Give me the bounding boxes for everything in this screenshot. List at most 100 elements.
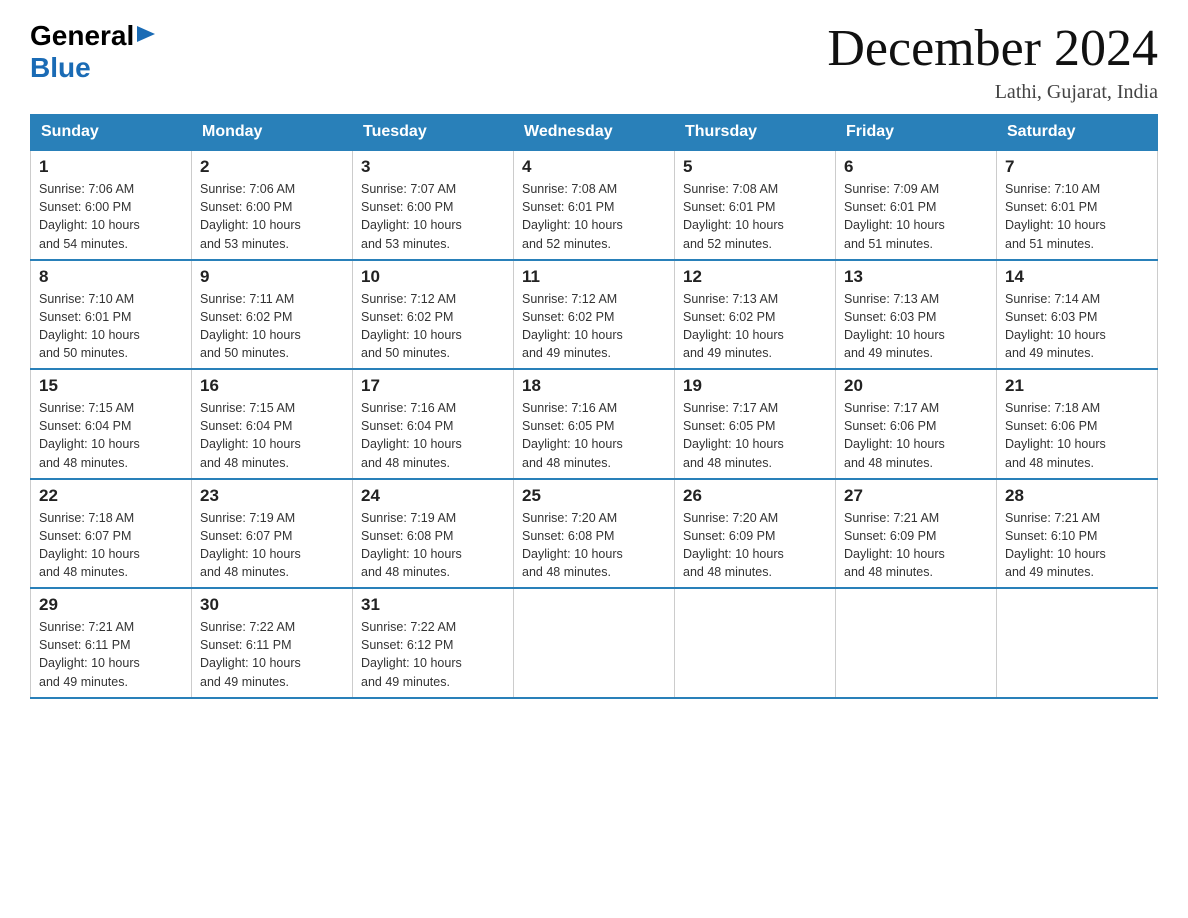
logo-general: General xyxy=(30,20,134,52)
header-wednesday: Wednesday xyxy=(514,115,675,151)
week-row-5: 29 Sunrise: 7:21 AMSunset: 6:11 PMDayligh… xyxy=(31,588,1158,698)
table-row: 13 Sunrise: 7:13 AMSunset: 6:03 PMDayligh… xyxy=(836,260,997,370)
location-subtitle: Lathi, Gujarat, India xyxy=(827,81,1158,104)
day-number: 14 xyxy=(1005,267,1149,287)
table-row: 25Sunrise: 7:20 AMSunset: 6:08 PMDayligh… xyxy=(514,479,675,589)
day-number: 29 xyxy=(39,595,183,615)
day-info: Sunrise: 7:12 AMSunset: 6:02 PMDaylight:… xyxy=(361,290,505,363)
table-row: 5Sunrise: 7:08 AMSunset: 6:01 PMDaylight… xyxy=(675,150,836,260)
week-row-2: 8Sunrise: 7:10 AMSunset: 6:01 PMDaylight… xyxy=(31,260,1158,370)
day-info: Sunrise: 7:10 AMSunset: 6:01 PMDaylight:… xyxy=(1005,180,1149,253)
table-row: 11 Sunrise: 7:12 AMSunset: 6:02 PMDayligh… xyxy=(514,260,675,370)
logo-triangle-icon xyxy=(137,24,157,44)
table-row: 29 Sunrise: 7:21 AMSunset: 6:11 PMDayligh… xyxy=(31,588,192,698)
table-row: 19 Sunrise: 7:17 AMSunset: 6:05 PMDayligh… xyxy=(675,369,836,479)
table-row: 17Sunrise: 7:16 AMSunset: 6:04 PMDayligh… xyxy=(353,369,514,479)
logo: General Blue xyxy=(30,20,157,84)
table-row: 31Sunrise: 7:22 AMSunset: 6:12 PMDayligh… xyxy=(353,588,514,698)
table-row: 6 Sunrise: 7:09 AMSunset: 6:01 PMDaylight… xyxy=(836,150,997,260)
table-row: 21Sunrise: 7:18 AMSunset: 6:06 PMDayligh… xyxy=(997,369,1158,479)
day-number: 22 xyxy=(39,486,183,506)
header-saturday: Saturday xyxy=(997,115,1158,151)
day-number: 30 xyxy=(200,595,344,615)
day-info: Sunrise: 7:21 AMSunset: 6:10 PMDaylight:… xyxy=(1005,509,1149,582)
day-number: 4 xyxy=(522,157,666,177)
logo-blue: Blue xyxy=(30,52,91,83)
month-title: December 2024 xyxy=(827,20,1158,77)
day-number: 10 xyxy=(361,267,505,287)
day-info: Sunrise: 7:20 AMSunset: 6:09 PMDaylight:… xyxy=(683,509,827,582)
header-tuesday: Tuesday xyxy=(353,115,514,151)
table-row: 24Sunrise: 7:19 AMSunset: 6:08 PMDayligh… xyxy=(353,479,514,589)
header-friday: Friday xyxy=(836,115,997,151)
day-number: 20 xyxy=(844,376,988,396)
header-monday: Monday xyxy=(192,115,353,151)
day-number: 1 xyxy=(39,157,183,177)
day-number: 2 xyxy=(200,157,344,177)
table-row: 2 Sunrise: 7:06 AMSunset: 6:00 PMDaylight… xyxy=(192,150,353,260)
day-info: Sunrise: 7:17 AMSunset: 6:05 PMDaylight:… xyxy=(683,399,827,472)
day-info: Sunrise: 7:12 AMSunset: 6:02 PMDaylight:… xyxy=(522,290,666,363)
day-number: 16 xyxy=(200,376,344,396)
day-info: Sunrise: 7:16 AMSunset: 6:05 PMDaylight:… xyxy=(522,399,666,472)
table-row: 30 Sunrise: 7:22 AMSunset: 6:11 PMDayligh… xyxy=(192,588,353,698)
day-info: Sunrise: 7:21 AMSunset: 6:11 PMDaylight:… xyxy=(39,618,183,691)
table-row xyxy=(997,588,1158,698)
week-row-3: 15 Sunrise: 7:15 AMSunset: 6:04 PMDayligh… xyxy=(31,369,1158,479)
day-info: Sunrise: 7:09 AMSunset: 6:01 PMDaylight:… xyxy=(844,180,988,253)
day-number: 28 xyxy=(1005,486,1149,506)
table-row: 8Sunrise: 7:10 AMSunset: 6:01 PMDaylight… xyxy=(31,260,192,370)
day-number: 11 xyxy=(522,267,666,287)
table-row: 3 Sunrise: 7:07 AMSunset: 6:00 PMDaylight… xyxy=(353,150,514,260)
week-row-1: 1 Sunrise: 7:06 AMSunset: 6:00 PMDaylight… xyxy=(31,150,1158,260)
day-number: 25 xyxy=(522,486,666,506)
table-row xyxy=(514,588,675,698)
day-info: Sunrise: 7:11 AMSunset: 6:02 PMDaylight:… xyxy=(200,290,344,363)
table-row: 1 Sunrise: 7:06 AMSunset: 6:00 PMDaylight… xyxy=(31,150,192,260)
day-number: 21 xyxy=(1005,376,1149,396)
day-number: 23 xyxy=(200,486,344,506)
table-row: 14 Sunrise: 7:14 AMSunset: 6:03 PMDayligh… xyxy=(997,260,1158,370)
day-number: 7 xyxy=(1005,157,1149,177)
day-info: Sunrise: 7:13 AMSunset: 6:02 PMDaylight:… xyxy=(683,290,827,363)
day-number: 8 xyxy=(39,267,183,287)
day-number: 31 xyxy=(361,595,505,615)
day-info: Sunrise: 7:19 AMSunset: 6:08 PMDaylight:… xyxy=(361,509,505,582)
day-number: 3 xyxy=(361,157,505,177)
title-section: December 2024 Lathi, Gujarat, India xyxy=(827,20,1158,104)
table-row: 28 Sunrise: 7:21 AMSunset: 6:10 PMDayligh… xyxy=(997,479,1158,589)
day-number: 9 xyxy=(200,267,344,287)
table-row: 18 Sunrise: 7:16 AMSunset: 6:05 PMDayligh… xyxy=(514,369,675,479)
header-sunday: Sunday xyxy=(31,115,192,151)
day-number: 6 xyxy=(844,157,988,177)
week-row-4: 22 Sunrise: 7:18 AMSunset: 6:07 PMDayligh… xyxy=(31,479,1158,589)
day-info: Sunrise: 7:07 AMSunset: 6:00 PMDaylight:… xyxy=(361,180,505,253)
day-info: Sunrise: 7:17 AMSunset: 6:06 PMDaylight:… xyxy=(844,399,988,472)
header-thursday: Thursday xyxy=(675,115,836,151)
day-info: Sunrise: 7:14 AMSunset: 6:03 PMDaylight:… xyxy=(1005,290,1149,363)
table-row xyxy=(675,588,836,698)
table-row: 10 Sunrise: 7:12 AMSunset: 6:02 PMDayligh… xyxy=(353,260,514,370)
day-number: 13 xyxy=(844,267,988,287)
weekday-header-row: Sunday Monday Tuesday Wednesday Thursday… xyxy=(31,115,1158,151)
day-info: Sunrise: 7:06 AMSunset: 6:00 PMDaylight:… xyxy=(200,180,344,253)
day-info: Sunrise: 7:15 AMSunset: 6:04 PMDaylight:… xyxy=(200,399,344,472)
day-number: 15 xyxy=(39,376,183,396)
day-info: Sunrise: 7:18 AMSunset: 6:07 PMDaylight:… xyxy=(39,509,183,582)
table-row xyxy=(836,588,997,698)
day-number: 19 xyxy=(683,376,827,396)
table-row: 22 Sunrise: 7:18 AMSunset: 6:07 PMDayligh… xyxy=(31,479,192,589)
day-info: Sunrise: 7:13 AMSunset: 6:03 PMDaylight:… xyxy=(844,290,988,363)
day-info: Sunrise: 7:22 AMSunset: 6:11 PMDaylight:… xyxy=(200,618,344,691)
day-number: 18 xyxy=(522,376,666,396)
day-number: 26 xyxy=(683,486,827,506)
table-row: 7 Sunrise: 7:10 AMSunset: 6:01 PMDaylight… xyxy=(997,150,1158,260)
day-number: 5 xyxy=(683,157,827,177)
day-info: Sunrise: 7:19 AMSunset: 6:07 PMDaylight:… xyxy=(200,509,344,582)
day-info: Sunrise: 7:15 AMSunset: 6:04 PMDaylight:… xyxy=(39,399,183,472)
table-row: 23 Sunrise: 7:19 AMSunset: 6:07 PMDayligh… xyxy=(192,479,353,589)
table-row: 26 Sunrise: 7:20 AMSunset: 6:09 PMDayligh… xyxy=(675,479,836,589)
day-number: 17 xyxy=(361,376,505,396)
table-row: 27Sunrise: 7:21 AMSunset: 6:09 PMDayligh… xyxy=(836,479,997,589)
day-info: Sunrise: 7:06 AMSunset: 6:00 PMDaylight:… xyxy=(39,180,183,253)
